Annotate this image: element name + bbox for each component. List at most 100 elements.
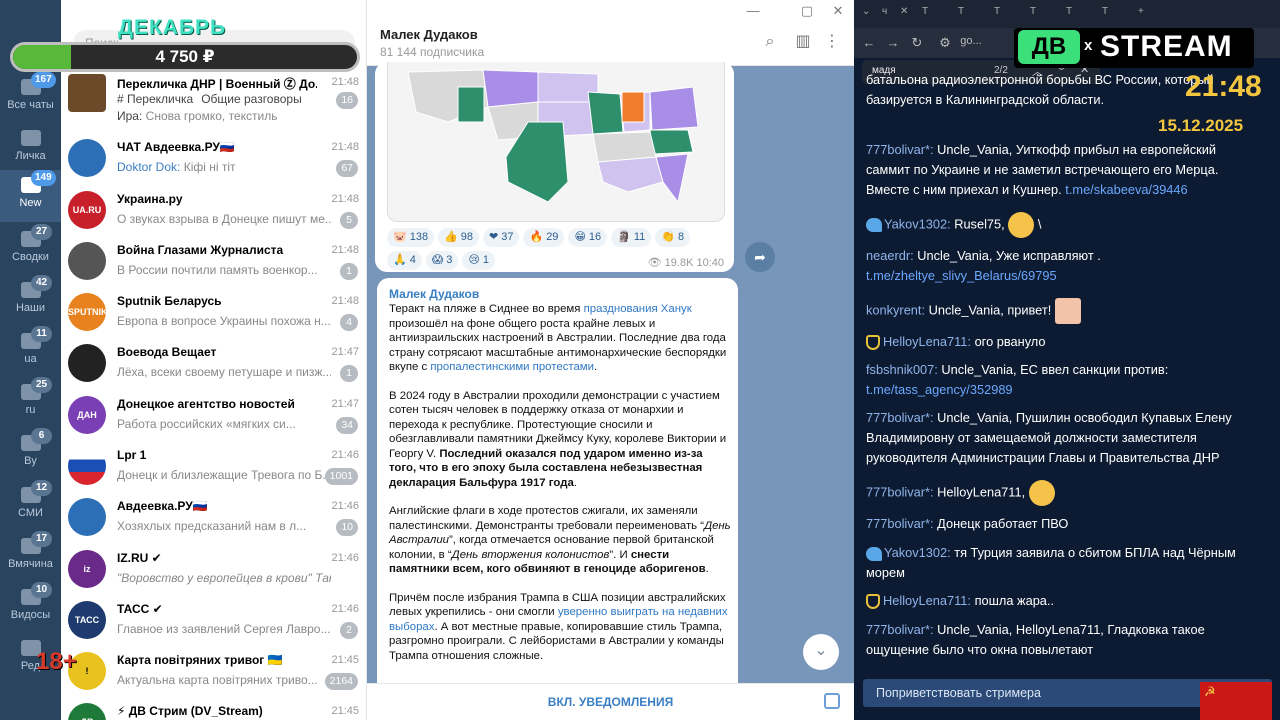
unread-badge: 1 bbox=[340, 263, 358, 280]
reaction-chip[interactable]: 😁 16 bbox=[568, 228, 608, 247]
link[interactable]: t.me/tass_agency/352989 bbox=[866, 382, 1013, 397]
link[interactable]: празднования Ханук bbox=[584, 303, 692, 315]
reaction-chip[interactable]: 🙏 4 bbox=[387, 251, 422, 270]
gift-icon[interactable] bbox=[824, 693, 840, 709]
scroll-down-button[interactable]: ⌄ bbox=[803, 634, 839, 670]
browser-tab[interactable]: Т bbox=[958, 6, 980, 22]
link[interactable]: t.me/zheltye_slivy_Belarus/69795 bbox=[866, 268, 1057, 283]
folder-all-chats[interactable]: 167 Все чаты bbox=[0, 72, 61, 122]
site-info-icon[interactable]: ⚙ bbox=[936, 35, 954, 51]
message-text: Теракт на пляже в Сиднее во время праздн… bbox=[389, 303, 731, 662]
reaction-chip[interactable]: 👏 8 bbox=[655, 228, 691, 247]
folder-vmyachina[interactable]: 17 Вмячина bbox=[0, 531, 61, 581]
link[interactable]: пропалестинскими протестами bbox=[430, 361, 594, 373]
reload-icon[interactable]: ↻ bbox=[908, 35, 926, 51]
channel-title[interactable]: Малек Дудаков bbox=[380, 27, 478, 42]
avatar bbox=[68, 139, 106, 177]
back-icon[interactable]: ← bbox=[860, 35, 878, 50]
folder-ua[interactable]: 11 ua bbox=[0, 326, 61, 376]
preview-sender: Doktor Dok: bbox=[117, 160, 181, 174]
reaction-chip[interactable]: 😢 1 bbox=[462, 251, 496, 270]
chat-preview: В России почтили память военкор... bbox=[117, 263, 318, 277]
browser-tab[interactable]: Т bbox=[922, 6, 944, 22]
reaction-chip[interactable]: 🐷 138 bbox=[387, 228, 435, 247]
browser-tab[interactable]: Т bbox=[994, 6, 1016, 22]
shield-badge-icon bbox=[866, 335, 880, 351]
chat-row[interactable]: UA.RU Украина.ру 21:48 О звуках взрыва в… bbox=[61, 187, 367, 238]
username[interactable]: 777bolivar*: bbox=[866, 410, 934, 425]
username[interactable]: neaerdr: bbox=[866, 248, 914, 263]
chat-title: Воевода Вещает bbox=[117, 345, 217, 359]
enable-notifications-button[interactable]: ВКЛ. УВЕДОМЛЕНИЯ bbox=[367, 684, 854, 720]
chat-row[interactable]: ДВ ⚡ ДВ Стрим (DV_Stream) 21:45 bbox=[61, 699, 367, 720]
more-options-icon[interactable]: ⋮ bbox=[824, 34, 840, 50]
username[interactable]: HelloyLena711: bbox=[883, 593, 971, 608]
maximize-icon[interactable]: ▢ bbox=[797, 3, 817, 19]
tab-list-icon[interactable]: ⌄ bbox=[862, 6, 884, 22]
folder-ru[interactable]: 25 ru bbox=[0, 377, 61, 427]
minimize-icon[interactable]: — bbox=[743, 3, 763, 18]
chat-row[interactable]: iz IZ.RU ✔ 21:46 "Воровство у европейцев… bbox=[61, 546, 367, 597]
username[interactable]: Yakov1302: bbox=[884, 545, 951, 560]
folder-svodki[interactable]: 27 Сводки bbox=[0, 224, 61, 274]
unread-badge: 2164 bbox=[324, 673, 358, 690]
username[interactable]: HelloyLena711: bbox=[883, 334, 971, 349]
forward-button[interactable]: ➦ bbox=[745, 242, 775, 272]
reaction-chip[interactable]: 🗿 11 bbox=[611, 228, 652, 247]
reaction-chip[interactable]: 🔥 29 bbox=[523, 228, 565, 247]
chat-preview: Европа в вопросе Украины похожа н... bbox=[117, 314, 331, 328]
topic-tag[interactable]: Общие разговоры bbox=[201, 92, 302, 106]
folder-nashi[interactable]: 42 Наши bbox=[0, 275, 61, 325]
donation-overlay: ДЕКАБРЬ 4 750 ₽ bbox=[10, 16, 360, 74]
chat-row[interactable]: Lpr 1 21:46 Донецк и близлежащие Тревога… bbox=[61, 443, 367, 494]
chat-row[interactable]: Воевода Вещает 21:47 Лёха, всеки своему … bbox=[61, 340, 367, 391]
channel-footer: ВКЛ. УВЕДОМЛЕНИЯ bbox=[367, 683, 854, 720]
chat-row[interactable]: ТАСС ТАСС ✔ 21:46 Главное из заявлений С… bbox=[61, 597, 367, 648]
username[interactable]: 777bolivar*: bbox=[866, 622, 934, 637]
message-bubble[interactable]: 🐷 138 👍 98 ❤ 37 🔥 29 😁 16 🗿 11 👏 8 🙏 4 😱 3 😢 1 👁 19.8K 10:4… bbox=[375, 62, 734, 272]
chat-title: Lpr 1 bbox=[117, 448, 147, 462]
reaction-chip[interactable]: ❤ 37 bbox=[483, 228, 520, 247]
browser-tab[interactable]: Т bbox=[1102, 6, 1124, 22]
link[interactable]: t.me/skabeeva/39446 bbox=[1065, 182, 1187, 197]
folder-by[interactable]: 6 By bbox=[0, 428, 61, 478]
close-icon[interactable]: ✕ bbox=[828, 3, 848, 19]
chat-row[interactable]: Война Глазами Журналиста 21:48 В России … bbox=[61, 238, 367, 289]
topic-tag[interactable]: # Перекличка bbox=[117, 92, 193, 106]
username[interactable]: konkyrent: bbox=[866, 302, 925, 317]
message-author[interactable]: Малек Дудаков bbox=[389, 287, 479, 301]
chat-row[interactable]: Перекличка ДНР | Военный Ⓩ До... 21:48 #… bbox=[61, 70, 367, 126]
folder-videos[interactable]: 10 Видосы bbox=[0, 582, 61, 632]
chat-row[interactable]: SPUTNIK Sputnik Беларусь 21:48 Европа в … bbox=[61, 289, 367, 340]
url-field[interactable]: go... bbox=[956, 35, 986, 47]
chat-row[interactable]: ДАН Донецкое агентство новостей 21:47 Ра… bbox=[61, 392, 367, 443]
red-flag-icon: ☭ bbox=[1200, 682, 1272, 720]
username[interactable]: 777bolivar*: bbox=[866, 484, 934, 499]
sidebar-toggle-icon[interactable]: ▥ bbox=[795, 34, 811, 50]
message-time: 10:40 bbox=[696, 257, 724, 269]
folder-new[interactable]: 149 New bbox=[0, 170, 61, 222]
username[interactable]: Yakov1302: bbox=[884, 216, 951, 231]
chat-row[interactable]: ЧАТ Авдеевка.РУ🇷🇺 21:48 Doktor Dok: Кiфi… bbox=[61, 135, 367, 186]
reaction-chip[interactable]: 👍 98 bbox=[438, 228, 480, 247]
reaction-chip[interactable]: 😱 3 bbox=[425, 251, 459, 270]
chat-row[interactable]: ! Карта повітряних тривог 🇺🇦 21:45 Актуа… bbox=[61, 648, 367, 699]
username[interactable]: 777bolivar*: bbox=[866, 516, 934, 531]
chat-row[interactable]: Авдеевка.РУ🇷🇺 21:46 Хозяхлых предсказани… bbox=[61, 494, 367, 545]
folder-badge: 6 bbox=[31, 428, 52, 444]
username[interactable]: 777bolivar*: bbox=[866, 142, 934, 157]
browser-tab[interactable]: Т bbox=[1066, 6, 1088, 22]
browser-tab[interactable]: Т bbox=[1030, 6, 1052, 22]
logo-db: ДВ bbox=[1018, 30, 1080, 64]
new-tab-icon[interactable]: + bbox=[1138, 6, 1160, 22]
avatar bbox=[68, 498, 106, 536]
folder-smi[interactable]: 12 СМИ bbox=[0, 480, 61, 530]
avatar: SPUTNIK bbox=[68, 293, 106, 331]
search-icon[interactable]: ⌕ bbox=[762, 34, 778, 50]
username[interactable]: fsbshnik007: bbox=[866, 362, 938, 377]
folder-private[interactable]: Личка bbox=[0, 123, 61, 173]
folder-label: СМИ bbox=[18, 507, 43, 519]
forward-icon[interactable]: → bbox=[884, 35, 902, 50]
message-bubble[interactable]: Малек Дудаков Теракт на пляже в Сиднее в… bbox=[377, 278, 738, 688]
close-icon[interactable]: ✕ bbox=[900, 6, 922, 22]
